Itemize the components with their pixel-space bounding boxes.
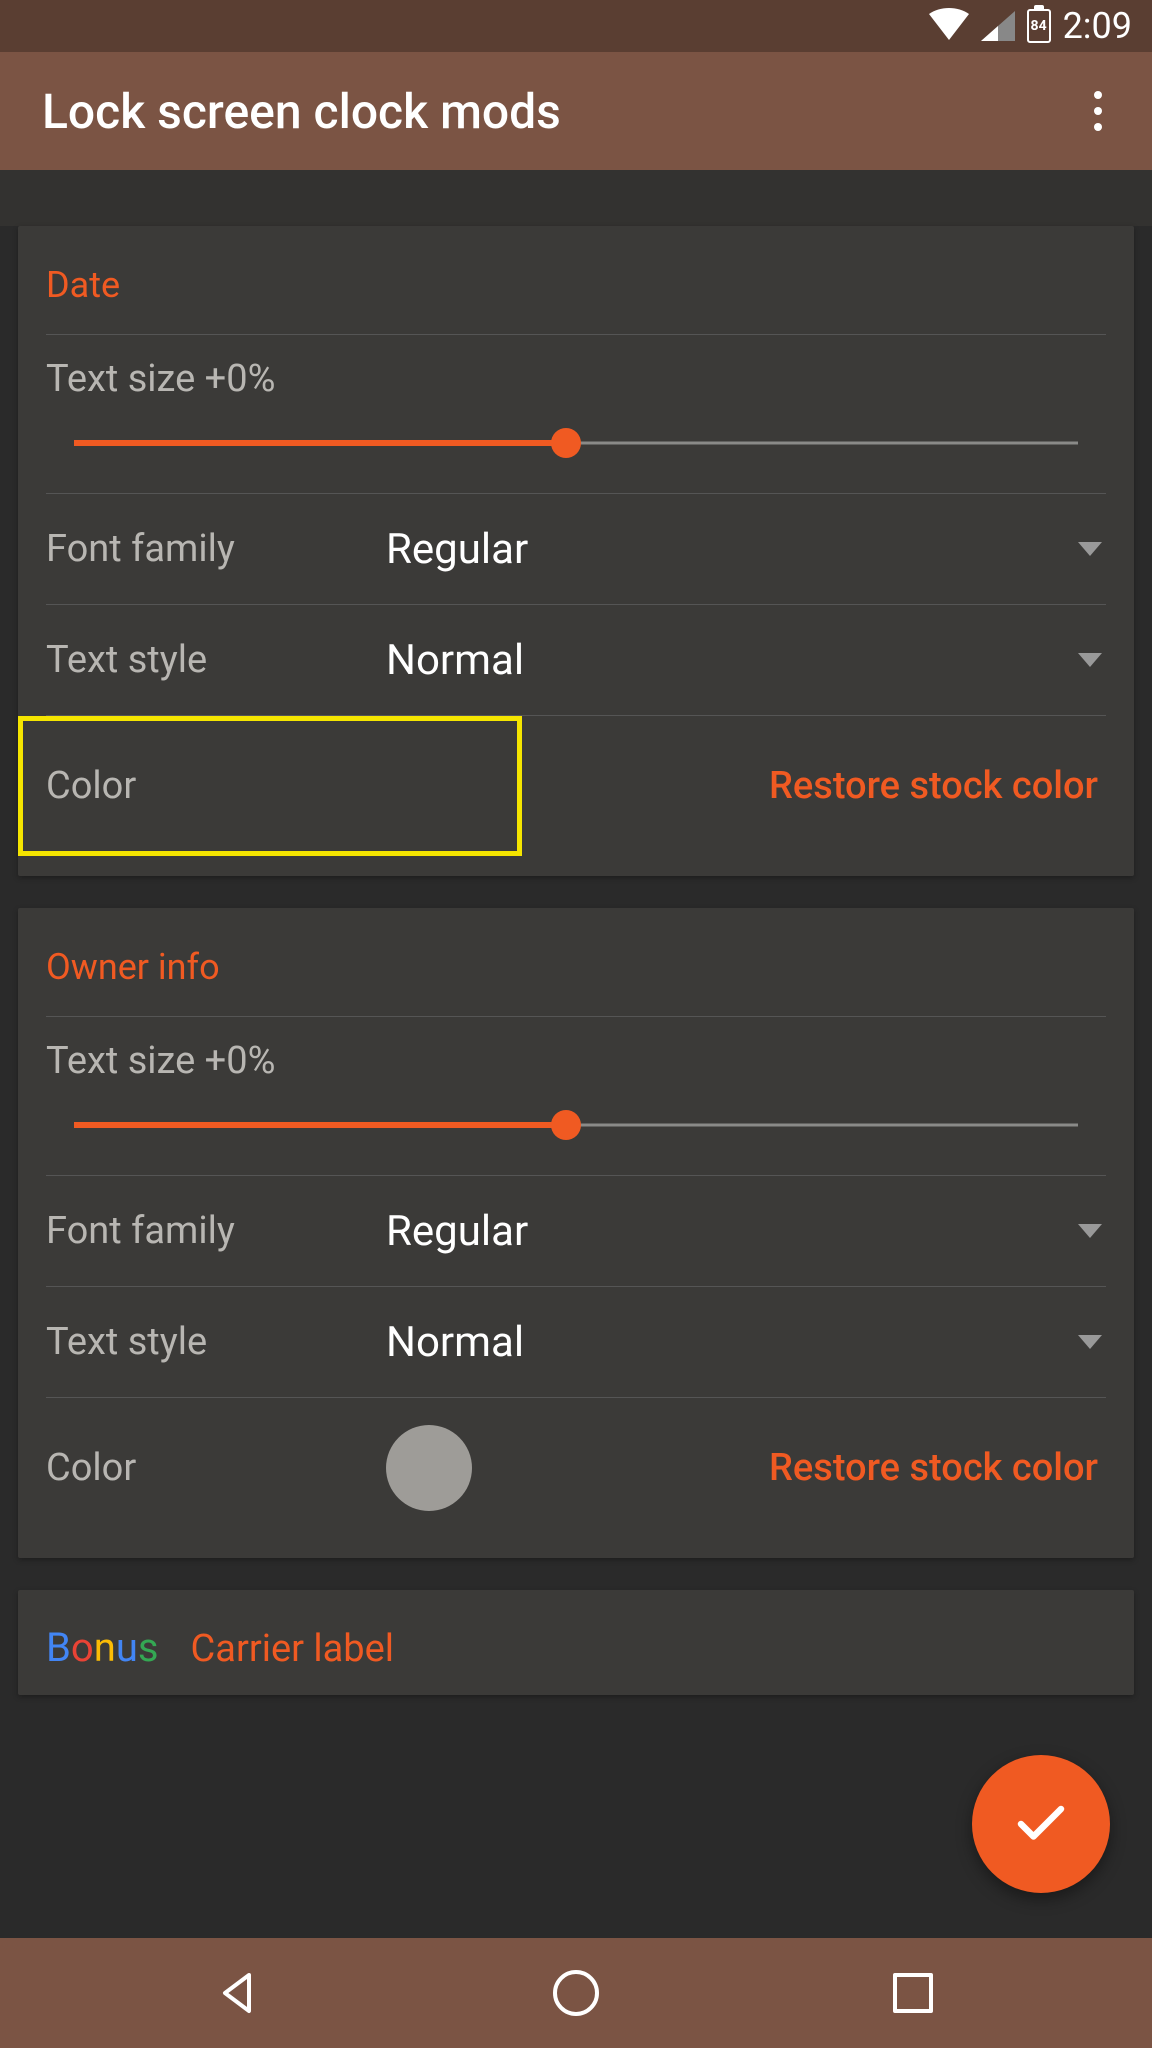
date-color-label: Color <box>46 764 386 808</box>
check-icon <box>1011 1794 1071 1854</box>
date-section-title: Date <box>46 254 1106 334</box>
date-color-swatch[interactable] <box>386 743 472 829</box>
date-font-family-value: Regular <box>386 525 1078 574</box>
home-icon <box>553 1970 599 2016</box>
apply-fab-button[interactable] <box>972 1755 1110 1893</box>
owner-text-style-label: Text style <box>46 1320 386 1364</box>
date-color-row: Color Restore stock color <box>46 716 1106 856</box>
signal-icon <box>981 11 1015 41</box>
owner-font-family-dropdown[interactable]: Font family Regular <box>46 1176 1106 1286</box>
recent-apps-button[interactable] <box>885 1965 941 2021</box>
owner-text-style-value: Normal <box>386 1318 1078 1367</box>
back-button[interactable] <box>211 1965 267 2021</box>
date-text-size-slider[interactable] <box>74 429 1078 457</box>
owner-text-size-label: Text size +0% <box>46 1039 1106 1111</box>
date-text-size-row: Text size +0% <box>46 335 1106 493</box>
owner-restore-color-button[interactable]: Restore stock color <box>472 1446 1106 1490</box>
chevron-down-icon <box>1078 1335 1102 1349</box>
owner-text-size-slider[interactable] <box>74 1111 1078 1139</box>
owner-color-label: Color <box>46 1446 386 1490</box>
overflow-menu-button[interactable] <box>1086 83 1110 139</box>
square-icon <box>893 1973 933 2013</box>
navigation-bar <box>0 1938 1152 2048</box>
owner-color-swatch[interactable] <box>386 1425 472 1511</box>
date-text-style-value: Normal <box>386 636 1078 685</box>
wifi-icon <box>929 8 969 44</box>
owner-text-size-row: Text size +0% <box>46 1017 1106 1175</box>
chevron-down-icon <box>1078 542 1102 556</box>
battery-level: 84 <box>1031 18 1047 34</box>
owner-section-title: Owner info <box>46 936 1106 1016</box>
page-title: Lock screen clock mods <box>42 83 561 140</box>
back-icon <box>217 1971 261 2015</box>
owner-font-family-label: Font family <box>46 1209 386 1253</box>
chevron-down-icon <box>1078 1224 1102 1238</box>
bonus-section-title: Bonus <box>46 1624 159 1671</box>
bonus-carrier-label[interactable]: Carrier label <box>191 1627 395 1671</box>
owner-section-card: Owner info Text size +0% Font family Reg… <box>18 908 1134 1558</box>
status-bar: 84 2:09 <box>0 0 1152 52</box>
owner-text-style-dropdown[interactable]: Text style Normal <box>46 1287 1106 1397</box>
date-section-card: Date Text size +0% Font family Regular T… <box>18 226 1134 876</box>
app-bar: Lock screen clock mods <box>0 52 1152 170</box>
owner-font-family-value: Regular <box>386 1207 1078 1256</box>
home-button[interactable] <box>548 1965 604 2021</box>
date-font-family-dropdown[interactable]: Font family Regular <box>46 494 1106 604</box>
date-text-size-label: Text size +0% <box>46 357 1106 429</box>
date-text-style-dropdown[interactable]: Text style Normal <box>46 605 1106 715</box>
battery-icon: 84 <box>1027 9 1051 43</box>
date-text-style-label: Text style <box>46 638 386 682</box>
status-time: 2:09 <box>1063 5 1132 47</box>
owner-color-row: Color Restore stock color <box>46 1398 1106 1538</box>
date-font-family-label: Font family <box>46 527 386 571</box>
date-restore-color-button[interactable]: Restore stock color <box>472 764 1106 808</box>
chevron-down-icon <box>1078 653 1102 667</box>
banner-strip <box>0 170 1152 226</box>
bonus-section-card: Bonus Carrier label <box>18 1590 1134 1695</box>
